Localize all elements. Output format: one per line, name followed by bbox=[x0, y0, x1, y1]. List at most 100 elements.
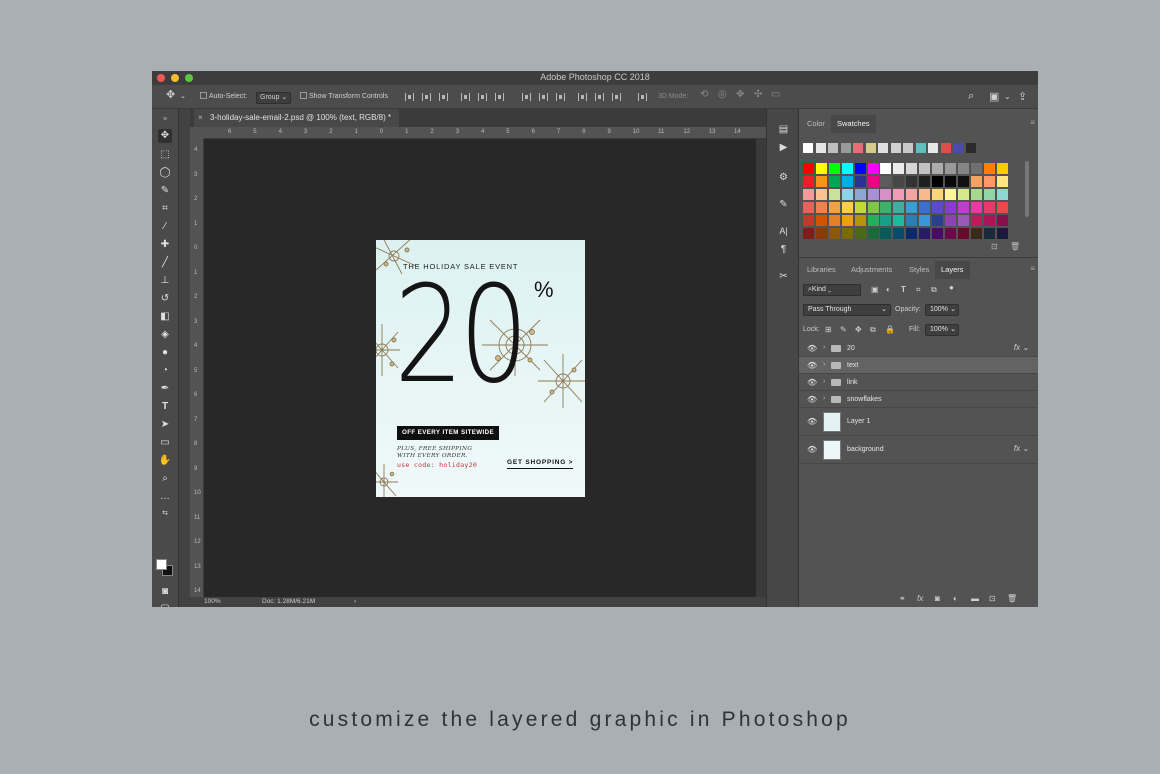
marquee-tool-icon[interactable]: ⬚ bbox=[158, 148, 172, 162]
visibility-eye-icon[interactable]: 👁 bbox=[807, 378, 817, 387]
eyedropper-tool-icon[interactable]: ⁄ bbox=[158, 220, 172, 234]
visibility-eye-icon[interactable]: 👁 bbox=[807, 445, 817, 454]
transform-controls-checkbox[interactable] bbox=[300, 92, 307, 99]
swatch[interactable] bbox=[854, 215, 866, 226]
swatch[interactable] bbox=[854, 163, 866, 174]
auto-select-option[interactable]: Auto-Select: bbox=[200, 92, 247, 102]
swatch[interactable] bbox=[906, 189, 918, 200]
swatch[interactable] bbox=[854, 176, 866, 187]
paint-bucket-tool-icon[interactable]: ◈ bbox=[158, 328, 172, 342]
swatch[interactable] bbox=[893, 215, 905, 226]
swatch[interactable] bbox=[983, 202, 995, 213]
distribute-right-icon[interactable] bbox=[612, 93, 621, 101]
swatch[interactable] bbox=[944, 176, 956, 187]
layer-row-link[interactable]: 👁 › link bbox=[799, 374, 1038, 391]
lock-all-icon[interactable]: 🔒 bbox=[885, 325, 895, 334]
crop-tool-icon[interactable]: ⌗ bbox=[158, 202, 172, 216]
swatch[interactable] bbox=[880, 163, 892, 174]
swatch[interactable] bbox=[944, 189, 956, 200]
swatch[interactable] bbox=[815, 228, 827, 239]
swatch[interactable] bbox=[919, 176, 931, 187]
paragraph-panel-icon[interactable]: ¶ bbox=[777, 243, 790, 256]
panel-collapse-icon[interactable]: ≡ bbox=[158, 113, 172, 127]
auto-select-dropdown[interactable]: Group ⌄ bbox=[256, 92, 292, 104]
swatch[interactable] bbox=[919, 215, 931, 226]
swatch[interactable] bbox=[919, 163, 931, 174]
swatch[interactable] bbox=[957, 228, 969, 239]
swatch[interactable] bbox=[932, 163, 943, 174]
tool-presets-icon[interactable]: ✂ bbox=[777, 270, 790, 283]
swatch[interactable] bbox=[853, 143, 863, 153]
swatch[interactable] bbox=[906, 176, 918, 187]
search-icon[interactable]: ⌕ bbox=[968, 90, 974, 103]
swatch[interactable] bbox=[957, 215, 969, 226]
new-group-icon[interactable]: ▬ bbox=[971, 594, 979, 603]
swatch[interactable] bbox=[803, 189, 814, 200]
dodge-tool-icon[interactable]: ◔ bbox=[158, 364, 172, 378]
add-layer-style-icon[interactable]: fx bbox=[917, 594, 923, 603]
expand-group-icon[interactable]: › bbox=[823, 378, 825, 385]
swatch[interactable] bbox=[932, 215, 943, 226]
swatch[interactable] bbox=[919, 202, 931, 213]
swatch[interactable] bbox=[803, 143, 813, 153]
distribute-top-icon[interactable] bbox=[522, 93, 531, 101]
align-bottom-icon[interactable] bbox=[439, 93, 448, 101]
swatch[interactable] bbox=[983, 189, 995, 200]
swatch[interactable] bbox=[828, 189, 840, 200]
quick-selection-tool-icon[interactable]: ✎ bbox=[158, 184, 172, 198]
swatch[interactable] bbox=[903, 143, 913, 153]
close-tab-icon[interactable]: × bbox=[198, 109, 203, 127]
swatch[interactable] bbox=[970, 215, 982, 226]
swatch[interactable] bbox=[906, 215, 918, 226]
expand-group-icon[interactable]: › bbox=[823, 344, 825, 351]
filter-pixel-icon[interactable]: ▣ bbox=[871, 285, 879, 294]
swatch[interactable] bbox=[841, 228, 853, 239]
swatch[interactable] bbox=[803, 215, 814, 226]
tab-color[interactable]: Color bbox=[801, 115, 831, 133]
swatch[interactable] bbox=[906, 163, 918, 174]
lock-position-icon[interactable]: ✥ bbox=[855, 325, 862, 334]
delete-swatch-icon[interactable]: 🗑 bbox=[1010, 242, 1020, 251]
align-top-icon[interactable] bbox=[405, 93, 414, 101]
3d-roll-icon[interactable]: ◎ bbox=[718, 90, 727, 100]
foreground-color-swatch[interactable] bbox=[156, 559, 167, 570]
filter-smart-object-icon[interactable]: ⧉ bbox=[931, 285, 937, 295]
swatch[interactable] bbox=[983, 228, 995, 239]
brush-tool-icon[interactable]: ╱ bbox=[158, 256, 172, 270]
swatch[interactable] bbox=[840, 143, 851, 153]
pen-tool-icon[interactable]: ✒ bbox=[158, 382, 172, 396]
layer-effects-icon[interactable]: fx ⌄ bbox=[1014, 343, 1029, 352]
swatch[interactable] bbox=[815, 163, 827, 174]
swatch[interactable] bbox=[890, 143, 901, 153]
swatch[interactable] bbox=[970, 202, 982, 213]
swatch[interactable] bbox=[919, 228, 931, 239]
align-right-icon[interactable] bbox=[495, 93, 504, 101]
swatch[interactable] bbox=[828, 228, 840, 239]
filter-toggle-icon[interactable]: ● bbox=[949, 283, 954, 292]
healing-brush-tool-icon[interactable]: ✚ bbox=[158, 238, 172, 252]
swatch[interactable] bbox=[944, 215, 956, 226]
swatch[interactable] bbox=[957, 163, 969, 174]
swatch[interactable] bbox=[983, 215, 995, 226]
layer-filter-dropdown[interactable]: ⌕Kind ⌄ bbox=[803, 284, 861, 296]
layer-row-snowflakes[interactable]: 👁 › snowflakes bbox=[799, 391, 1038, 408]
visibility-eye-icon[interactable]: 👁 bbox=[807, 395, 817, 404]
swatch[interactable] bbox=[944, 202, 956, 213]
swatch[interactable] bbox=[803, 202, 814, 213]
swatch[interactable] bbox=[854, 228, 866, 239]
swatch[interactable] bbox=[841, 176, 853, 187]
lock-image-icon[interactable]: ✎ bbox=[840, 325, 847, 334]
status-menu-chevron-icon[interactable]: › bbox=[354, 597, 356, 607]
swatch[interactable] bbox=[803, 228, 814, 239]
swatch[interactable] bbox=[957, 176, 969, 187]
swatch[interactable] bbox=[996, 228, 1008, 239]
expand-group-icon[interactable]: › bbox=[823, 395, 825, 402]
swatch[interactable] bbox=[867, 228, 879, 239]
quick-mask-icon[interactable]: ◙ bbox=[158, 585, 172, 599]
swatch[interactable] bbox=[828, 215, 840, 226]
lock-artboard-icon[interactable]: ⧉ bbox=[870, 325, 876, 335]
swatch[interactable] bbox=[867, 176, 879, 187]
swatch[interactable] bbox=[965, 143, 976, 153]
type-tool-icon[interactable]: T bbox=[158, 400, 172, 414]
layer-row-layer-1[interactable]: 👁 Layer 1 bbox=[799, 408, 1038, 436]
